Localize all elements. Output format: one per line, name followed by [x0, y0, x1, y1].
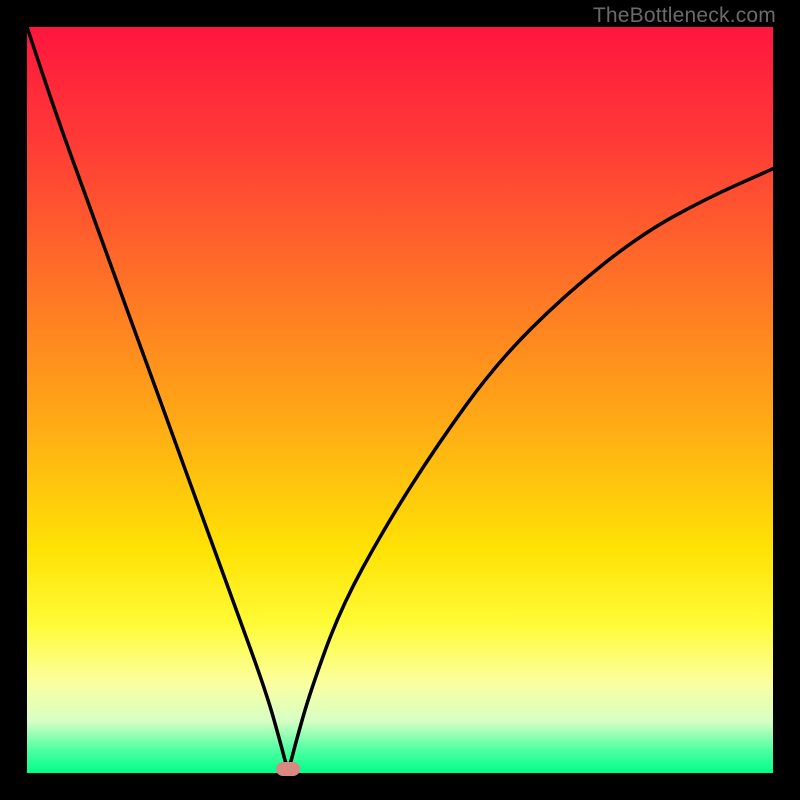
bottleneck-curve — [27, 27, 773, 773]
optimal-marker — [276, 762, 300, 776]
watermark-text: TheBottleneck.com — [593, 4, 776, 28]
curve-path — [27, 27, 773, 766]
plot-area — [27, 27, 773, 773]
chart-stage: TheBottleneck.com — [0, 0, 800, 800]
